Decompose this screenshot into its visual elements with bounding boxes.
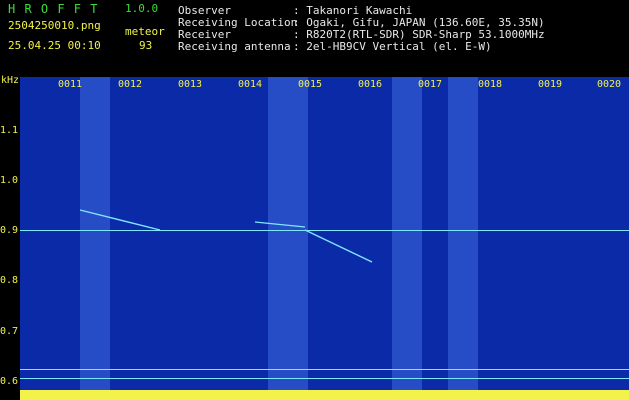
signal-level-bar	[20, 390, 629, 400]
x-tick: 0015	[298, 79, 323, 90]
meteor-trace	[79, 209, 161, 231]
y-tick: 0.6	[0, 376, 19, 387]
y-tick: 0.7	[0, 326, 19, 337]
header-panel: H R O F F T 1.0.0 2504250010.png meteor …	[0, 0, 629, 74]
file-name: 2504250010.png	[8, 19, 101, 32]
file-datetime: 25.04.25 00:10	[8, 39, 101, 52]
x-tick: 0014	[238, 79, 263, 90]
x-tick: 0017	[418, 79, 443, 90]
x-tick: 0019	[538, 79, 563, 90]
app-version: 1.0.0	[125, 2, 159, 15]
meteor-trace	[304, 229, 373, 263]
app-name: H R O F F T	[8, 2, 99, 16]
y-tick: 0.8	[0, 275, 19, 286]
x-tick: 0018	[478, 79, 503, 90]
x-tick: 0016	[358, 79, 383, 90]
spectrogram-plot	[20, 77, 629, 400]
detection-count: 93	[139, 39, 153, 52]
meteor-echo-traces	[79, 209, 373, 263]
y-tick: 0.9	[0, 225, 19, 236]
detection-label: meteor	[125, 25, 165, 38]
x-tick: 0011	[58, 79, 83, 90]
x-tick: 0012	[118, 79, 143, 90]
x-tick: 0013	[178, 79, 203, 90]
reference-line	[20, 378, 629, 379]
carrier-line	[20, 230, 629, 231]
x-tick: 0020	[597, 79, 622, 90]
meteor-trace	[254, 221, 306, 228]
y-tick: 1.0	[0, 175, 19, 186]
antenna-key: Receiving antenna	[178, 40, 291, 53]
antenna-value: : 2el-HB9CV Vertical (el. E-W)	[293, 40, 492, 53]
y-tick: 1.1	[0, 125, 19, 136]
y-axis-unit: kHz	[1, 75, 20, 86]
reference-line	[20, 369, 629, 370]
